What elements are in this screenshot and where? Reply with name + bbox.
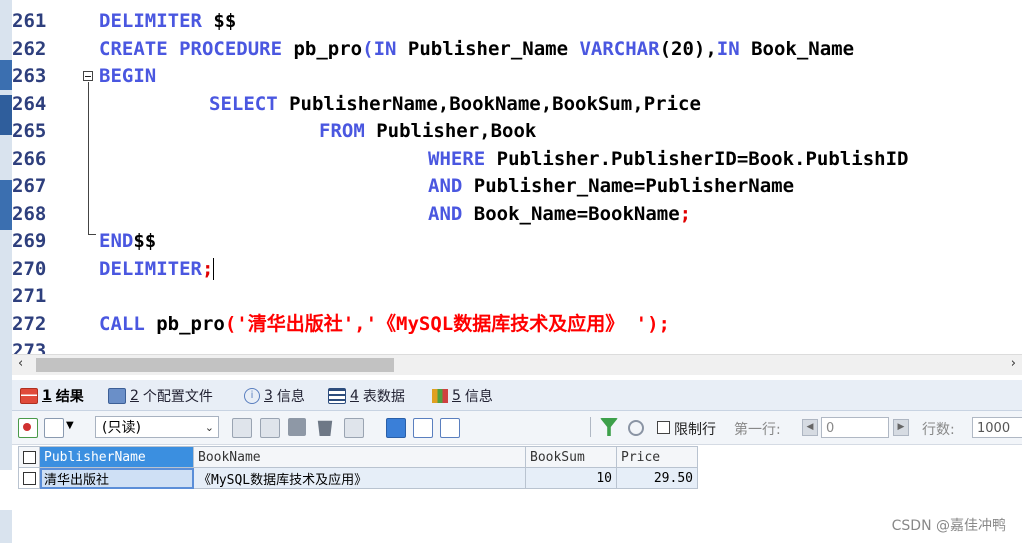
toolbar-divider [590, 417, 591, 437]
table-icon [328, 388, 346, 404]
tab-results[interactable]: 1 结果 [20, 386, 84, 406]
scroll-left-icon[interactable]: ‹ [18, 356, 23, 371]
first-row-label: 第一行: [734, 422, 781, 438]
grid-view-icon[interactable] [386, 418, 406, 438]
dropdown-arrow-icon[interactable]: ▼ [66, 420, 74, 431]
line-number: 263 [12, 65, 47, 87]
tab-info-5[interactable]: 5 信息 [432, 386, 493, 406]
delete-icon[interactable] [317, 420, 333, 436]
line-number: 266 [12, 147, 47, 170]
text-view-icon[interactable] [440, 418, 460, 438]
code-line-270: DELIMITER; [99, 257, 215, 280]
code-line-272: CALL pb_pro('清华出版社','《MySQL数据库技术及应用》 '); [99, 312, 670, 335]
code-line-264: SELECT PublisherName,BookName,BookSum,Pr… [209, 92, 701, 115]
fold-toggle-icon[interactable] [83, 71, 93, 81]
line-number: 272 [12, 312, 47, 335]
cell-book-sum[interactable]: 10 [525, 467, 617, 489]
table-options-icon[interactable] [44, 418, 64, 438]
code-line-262: CREATE PROCEDURE pb_pro(IN Publisher_Nam… [99, 37, 855, 60]
cell-price[interactable]: 29.50 [616, 467, 698, 489]
result-grid: PublisherName BookName BookSum Price 清华出… [18, 446, 698, 489]
line-number: 273 [12, 340, 47, 354]
save-icon[interactable] [288, 418, 306, 436]
cell-publisher-name[interactable]: 清华出版社 [39, 467, 194, 489]
results-toolbar: ▼ (只读) ⌄ 限制行 第一行: ◀ 0 ▶ 行数: 1000 [12, 411, 1022, 445]
row-count-label: 行数: [922, 422, 955, 438]
line-number: 261 [12, 10, 47, 32]
code-line-261: DELIMITER $$ [99, 10, 237, 32]
text-cursor [213, 258, 215, 280]
cell-book-name[interactable]: 《MySQL数据库技术及应用》 [193, 467, 526, 489]
limit-rows-label: 限制行 [674, 422, 716, 438]
select-all-checkbox[interactable] [18, 446, 40, 468]
left-window-strip [0, 0, 12, 543]
grid-result-icon [20, 388, 38, 404]
copy-icon[interactable] [260, 418, 280, 438]
chevron-down-icon: ⌄ [204, 421, 214, 434]
line-number: 268 [12, 202, 47, 225]
form-view-icon[interactable] [413, 418, 433, 438]
code-line-269: END$$ [99, 230, 157, 252]
line-number: 269 [12, 230, 47, 252]
first-row-input[interactable]: 0 [821, 417, 889, 438]
prev-page-icon[interactable]: ◀ [802, 419, 818, 436]
column-header[interactable]: Price [616, 446, 698, 468]
filter-icon[interactable] [600, 418, 618, 436]
column-header[interactable]: PublisherName [39, 446, 194, 468]
line-number: 271 [12, 285, 47, 307]
code-line-268: AND Book_Name=BookName; [428, 202, 692, 225]
profile-icon [108, 388, 126, 404]
editor-horizontal-scrollbar[interactable]: ‹ › [12, 354, 1022, 375]
line-number: 267 [12, 175, 47, 197]
reset-icon[interactable] [628, 420, 644, 436]
watermark: CSDN @嘉佳冲鸭 [891, 518, 1006, 534]
info-icon: i [244, 388, 260, 404]
next-page-icon[interactable]: ▶ [893, 419, 909, 436]
row-checkbox[interactable] [18, 467, 40, 489]
code-line-263: BEGIN [99, 65, 157, 87]
scrollbar-thumb[interactable] [36, 358, 394, 372]
result-tabs: 1 结果 2 个配置文件 i 3 信息 4 表数据 5 信息 [12, 380, 1022, 411]
mode-select[interactable]: (只读) ⌄ [95, 416, 219, 438]
add-row-icon[interactable] [18, 418, 38, 438]
grid-header-row: PublisherName BookName BookSum Price [18, 446, 698, 468]
fold-line [88, 82, 89, 234]
line-number: 270 [12, 257, 47, 280]
column-header[interactable]: BookName [193, 446, 526, 468]
tab-table-data[interactable]: 4 表数据 [328, 386, 405, 406]
sql-editor[interactable]: 261 262 263 264 265 266 267 268 269 270 … [12, 0, 1022, 354]
save-grid-icon[interactable] [232, 418, 252, 438]
column-header[interactable]: BookSum [525, 446, 617, 468]
line-number: 262 [12, 37, 47, 60]
fold-line-end [88, 234, 96, 235]
code-line-266: WHERE Publisher.PublisherID=Book.Publish… [428, 147, 909, 170]
row-count-input[interactable]: 1000 [972, 417, 1022, 438]
table-row[interactable]: 清华出版社 《MySQL数据库技术及应用》 10 29.50 [18, 467, 698, 489]
line-number: 265 [12, 120, 47, 142]
scroll-right-icon[interactable]: › [1011, 356, 1016, 371]
history-icon [432, 389, 448, 403]
refresh-grid-icon[interactable] [344, 418, 364, 438]
tab-profiles[interactable]: 2 个配置文件 [108, 386, 213, 406]
line-number: 264 [12, 92, 47, 115]
tab-info[interactable]: i 3 信息 [244, 386, 305, 406]
code-line-267: AND Publisher_Name=PublisherName [428, 175, 795, 197]
code-line-265: FROM Publisher,Book [319, 120, 537, 142]
limit-rows-checkbox[interactable] [657, 421, 670, 434]
